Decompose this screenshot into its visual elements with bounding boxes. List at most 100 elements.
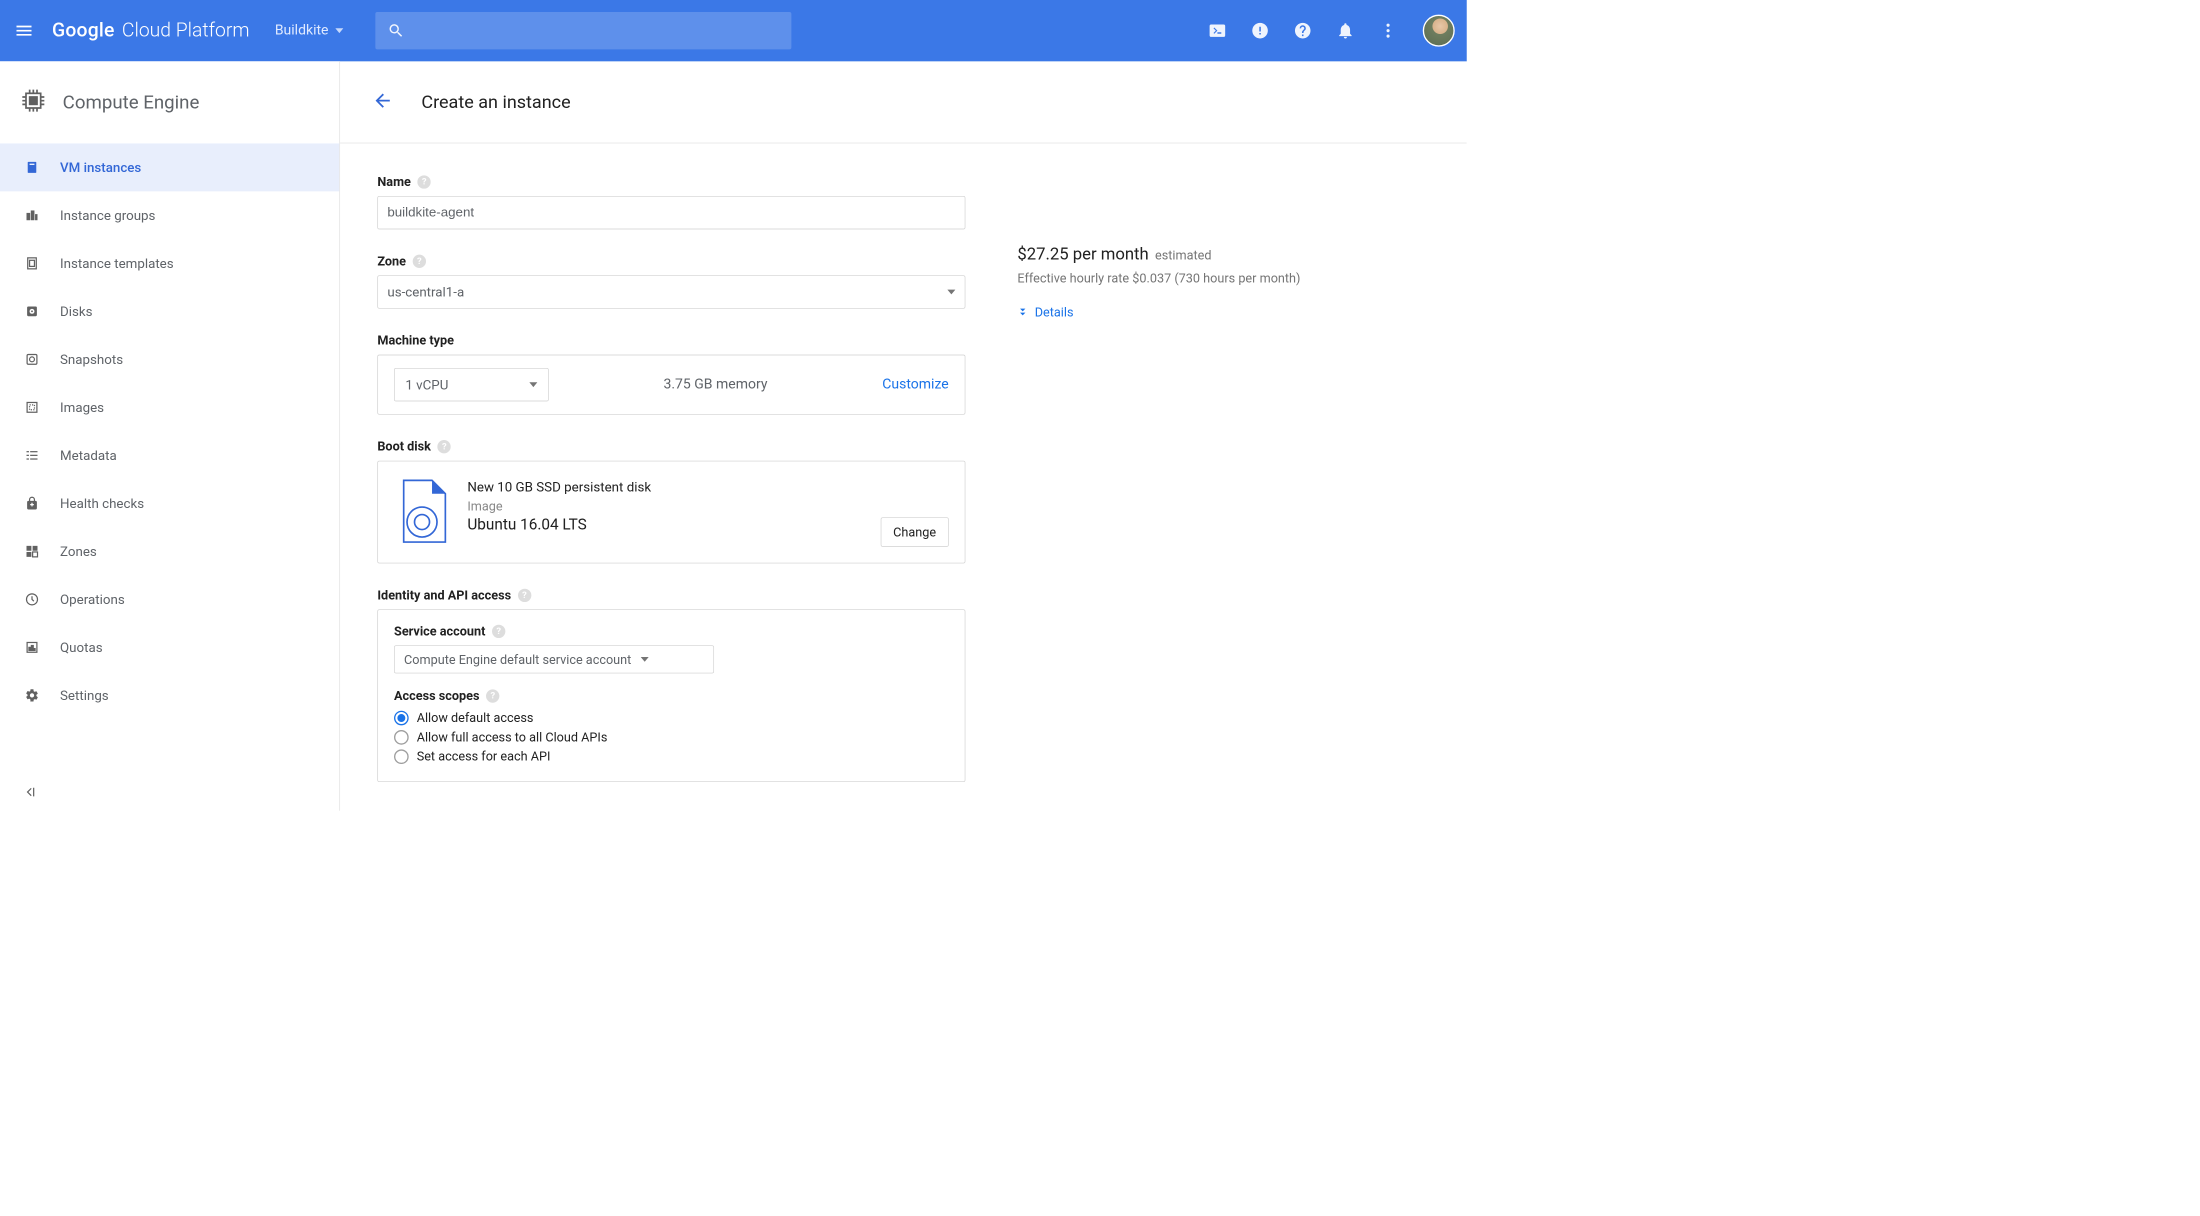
disk-icon xyxy=(397,479,448,546)
sidebar-item-health-checks[interactable]: Health checks xyxy=(0,479,339,527)
sidebar-item-vm-instances[interactable]: VM instances xyxy=(0,143,339,191)
more-vert-icon[interactable] xyxy=(1379,21,1398,40)
menu-icon[interactable] xyxy=(12,19,36,43)
vcpu-select-value: 1 vCPU xyxy=(405,377,448,393)
snapshots-icon xyxy=(23,350,42,369)
help-icon[interactable]: ? xyxy=(486,689,499,702)
sidebar-item-label: Metadata xyxy=(60,447,117,463)
search-icon xyxy=(387,22,404,39)
identity-label: Identity and API access xyxy=(377,587,511,602)
settings-icon xyxy=(23,686,42,705)
disks-icon xyxy=(23,302,42,321)
zones-icon xyxy=(23,542,42,561)
sidebar-item-zones[interactable]: Zones xyxy=(0,527,339,575)
identity-box: Service account ? Compute Engine default… xyxy=(377,609,965,782)
sidebar-item-quotas[interactable]: Quotas xyxy=(0,623,339,671)
chevron-down-icon xyxy=(529,381,537,389)
boot-disk-image: Ubuntu 16.04 LTS xyxy=(467,515,946,533)
radio-label: Set access for each API xyxy=(417,749,551,764)
sidebar-header[interactable]: Compute Engine xyxy=(0,61,339,143)
sidebar-item-label: Disks xyxy=(60,303,93,319)
sidebar-item-metadata[interactable]: Metadata xyxy=(0,431,339,479)
sidebar-item-instance-templates[interactable]: Instance templates xyxy=(0,239,339,287)
operations-icon xyxy=(23,590,42,609)
access-scope-option[interactable]: Allow full access to all Cloud APIs xyxy=(394,729,949,744)
sidebar-item-settings[interactable]: Settings xyxy=(0,671,339,719)
service-account-select[interactable]: Compute Engine default service account xyxy=(394,645,714,673)
radio-icon xyxy=(394,749,409,764)
project-picker[interactable]: Buildkite xyxy=(268,23,350,39)
sidebar-item-snapshots[interactable]: Snapshots xyxy=(0,335,339,383)
access-scopes-label: Access scopes xyxy=(394,688,479,703)
metadata-icon xyxy=(23,446,42,465)
search-input[interactable] xyxy=(375,12,791,49)
sidebar-item-label: Health checks xyxy=(60,495,144,511)
sidebar-item-label: Operations xyxy=(60,591,125,607)
help-icon[interactable]: ? xyxy=(492,624,505,637)
cost-price: $27.25 per month xyxy=(1017,245,1148,264)
user-avatar[interactable] xyxy=(1423,15,1455,47)
sidebar-item-disks[interactable]: Disks xyxy=(0,287,339,335)
memory-text: 3.75 GB memory xyxy=(549,377,883,393)
help-icon[interactable]: ? xyxy=(518,588,531,601)
sidebar-item-instance-groups[interactable]: Instance groups xyxy=(0,191,339,239)
images-icon xyxy=(23,398,42,417)
cost-estimated: estimated xyxy=(1155,247,1211,262)
help-icon[interactable] xyxy=(1293,21,1312,40)
name-input[interactable] xyxy=(377,196,965,229)
help-icon[interactable]: ? xyxy=(418,175,431,188)
sidebar: Compute Engine VM instances Instance gro… xyxy=(0,61,340,810)
machine-type-box: 1 vCPU 3.75 GB memory Customize xyxy=(377,355,965,415)
feedback-icon[interactable] xyxy=(1251,21,1270,40)
machine-type-label: Machine type xyxy=(377,333,454,348)
chevron-down-icon xyxy=(947,288,955,296)
service-account-value: Compute Engine default service account xyxy=(404,652,631,667)
vcpu-select[interactable]: 1 vCPU xyxy=(394,368,549,401)
project-name: Buildkite xyxy=(275,23,329,39)
zone-select[interactable]: us-central1-a xyxy=(377,275,965,308)
radio-label: Allow full access to all Cloud APIs xyxy=(417,729,608,744)
help-icon[interactable]: ? xyxy=(413,254,426,267)
expand-icon xyxy=(1017,307,1028,318)
boot-disk-desc: New 10 GB SSD persistent disk xyxy=(467,479,946,495)
cloud-shell-icon[interactable] xyxy=(1208,21,1227,40)
cost-hourly: Effective hourly rate $0.037 (730 hours … xyxy=(1017,271,1300,286)
instance-templates-icon xyxy=(23,254,42,273)
zone-field-label: Zone xyxy=(377,253,406,268)
sidebar-collapse-button[interactable] xyxy=(0,773,339,810)
quotas-icon xyxy=(23,638,42,657)
radio-label: Allow default access xyxy=(417,710,534,725)
sidebar-item-images[interactable]: Images xyxy=(0,383,339,431)
name-field-label: Name xyxy=(377,174,411,189)
radio-icon xyxy=(394,730,409,745)
sidebar-item-label: Instance groups xyxy=(60,207,155,223)
access-scope-option[interactable]: Allow default access xyxy=(394,710,949,725)
instance-groups-icon xyxy=(23,206,42,225)
page-header: Create an instance xyxy=(340,61,1467,143)
customize-link[interactable]: Customize xyxy=(882,377,948,393)
sidebar-title: Compute Engine xyxy=(63,91,200,113)
sidebar-item-operations[interactable]: Operations xyxy=(0,575,339,623)
access-scope-option[interactable]: Set access for each API xyxy=(394,749,949,764)
sidebar-item-label: Settings xyxy=(60,687,109,703)
vm-instances-icon xyxy=(23,158,42,177)
notifications-icon[interactable] xyxy=(1336,21,1355,40)
page-title: Create an instance xyxy=(421,91,570,112)
zone-select-value: us-central1-a xyxy=(387,284,464,300)
chevron-left-icon xyxy=(23,785,38,800)
details-text: Details xyxy=(1035,305,1074,320)
boot-disk-box: New 10 GB SSD persistent disk Image Ubun… xyxy=(377,461,965,564)
back-arrow-icon[interactable] xyxy=(372,90,393,114)
cost-panel: $27.25 per month estimated Effective hou… xyxy=(1017,174,1300,780)
help-icon[interactable]: ? xyxy=(438,440,451,453)
chevron-down-icon xyxy=(641,655,649,663)
sidebar-item-label: VM instances xyxy=(60,159,141,175)
change-button[interactable]: Change xyxy=(880,517,948,546)
top-app-bar: Google Cloud Platform Buildkite xyxy=(0,0,1467,61)
sidebar-item-label: Instance templates xyxy=(60,255,174,271)
details-link[interactable]: Details xyxy=(1017,305,1300,320)
radio-selected-icon xyxy=(394,710,409,725)
sidebar-item-label: Quotas xyxy=(60,639,103,655)
health-checks-icon xyxy=(23,494,42,513)
product-logo[interactable]: Google Cloud Platform xyxy=(52,19,249,42)
